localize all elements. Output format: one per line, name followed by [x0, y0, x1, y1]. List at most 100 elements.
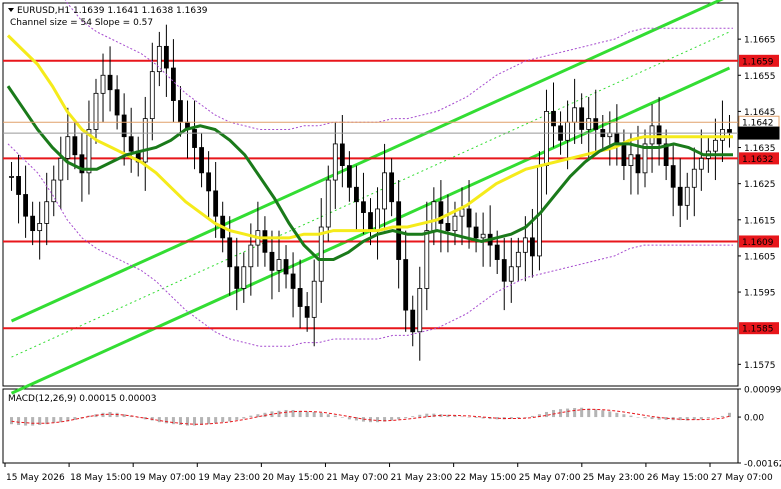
macd-bar	[650, 417, 654, 420]
candle-body	[283, 259, 289, 275]
candle-body	[156, 45, 162, 73]
candle-body	[684, 186, 690, 206]
candle-body	[311, 280, 317, 318]
candle-body	[58, 157, 64, 181]
macd-bar	[411, 416, 415, 418]
macd-bar	[404, 417, 408, 419]
candle-body	[614, 132, 620, 145]
price-tick-label: 1.1605	[744, 252, 776, 262]
candle-body	[114, 89, 120, 116]
macd-bar	[221, 417, 225, 423]
candle-body	[227, 237, 233, 268]
candle-body	[325, 179, 331, 228]
candle-body	[544, 110, 549, 166]
macd-bar	[566, 408, 570, 418]
macd-bar	[284, 409, 288, 418]
candle-body	[445, 223, 451, 232]
candle-body	[508, 266, 514, 282]
time-tick-label: 15 May 2026	[6, 473, 65, 483]
candle-body	[262, 230, 268, 253]
candle-body	[713, 139, 718, 152]
macd-bar	[326, 414, 330, 418]
macd-bar	[52, 417, 56, 423]
macd-bar	[340, 417, 344, 418]
candle-body	[269, 251, 275, 271]
level-label: 1.1609	[742, 238, 774, 248]
macd-bar	[235, 417, 239, 420]
candle-body	[691, 168, 697, 188]
macd-bar	[622, 414, 626, 418]
candle-body	[607, 132, 613, 138]
candle-body	[290, 273, 296, 289]
time-tick-label: 21 May 07:00	[326, 473, 388, 483]
macd-bar	[474, 417, 478, 418]
candle-body	[368, 212, 373, 232]
macd-bar	[706, 417, 710, 419]
candle-body	[248, 244, 254, 268]
macd-bar	[207, 417, 211, 425]
macd-bar	[376, 417, 380, 423]
candle-body	[339, 143, 345, 166]
macd-bar	[636, 417, 640, 418]
candle-body	[199, 147, 204, 174]
candle-body	[23, 194, 28, 217]
macd-bar	[157, 417, 161, 423]
time-tick-label: 18 May 15:00	[70, 473, 132, 483]
macd-tick-label: 0.00	[744, 414, 764, 424]
macd-bar	[277, 410, 281, 418]
macd-tick-label: -0.00162	[744, 460, 781, 470]
level-label: 1.1585	[742, 325, 774, 335]
time-tick-label: 27 May 07:00	[711, 473, 773, 483]
macd-bar	[523, 417, 527, 418]
macd-bar	[643, 417, 647, 419]
candle-body	[382, 172, 387, 210]
macd-bar	[347, 417, 351, 420]
chart-title: EURUSD,H1 1.1639 1.1641 1.1638 1.1639	[17, 6, 208, 16]
macd-bar	[249, 415, 253, 418]
time-tick-label: 22 May 15:00	[455, 473, 517, 483]
time-axis: 15 May 2026 18 May 15:00 19 May 07:00 19 Ma…	[4, 463, 773, 483]
candle-body	[354, 186, 359, 203]
candle-body	[304, 306, 310, 318]
candle-body	[572, 107, 578, 123]
candle-body	[142, 118, 148, 163]
candle-body	[149, 71, 155, 120]
candle-body	[213, 190, 219, 217]
candle-body	[649, 125, 655, 145]
price-tick-label: 1.1665	[744, 36, 776, 46]
candle-body	[30, 215, 36, 232]
candle-body	[410, 309, 416, 333]
candle-body	[424, 230, 430, 289]
time-tick-label: 25 May 23:00	[583, 473, 645, 483]
time-tick-label: 21 May 23:00	[391, 473, 453, 483]
macd-bar	[544, 411, 548, 418]
macd-bar	[312, 411, 316, 418]
macd-bar	[601, 410, 605, 418]
candle-body	[276, 259, 282, 271]
candle-body	[515, 251, 521, 268]
price-label: 1.1639	[742, 130, 774, 140]
candle-body	[346, 165, 352, 188]
candle-body	[628, 154, 634, 166]
macd-bar	[17, 417, 21, 426]
time-tick-label: 19 May 07:00	[134, 473, 196, 483]
channel-info: Channel size = 54 Slope = 0.57	[10, 18, 153, 28]
candle-body	[107, 74, 113, 91]
macd-tick-label: 0.00099	[744, 386, 781, 396]
candle-body	[163, 45, 169, 69]
eurusd-h1-chart[interactable]: 1.1659 1.1632 1.1609 1.1585 1.1665 1.1655 1.1…	[0, 0, 781, 489]
macd-bar	[608, 411, 612, 418]
macd-bar	[242, 417, 246, 419]
candle-body	[727, 129, 732, 134]
candle-body	[234, 266, 240, 289]
candle-body	[297, 288, 303, 307]
candle-body	[452, 215, 458, 232]
candle-body	[192, 129, 197, 148]
candle-body	[417, 288, 423, 333]
price-tick-label: 1.1595	[744, 289, 776, 299]
macd-bar	[228, 417, 232, 422]
candle-body	[529, 237, 535, 257]
candle-body	[459, 208, 465, 217]
candle-body	[128, 136, 134, 152]
macd-bar	[164, 417, 168, 424]
